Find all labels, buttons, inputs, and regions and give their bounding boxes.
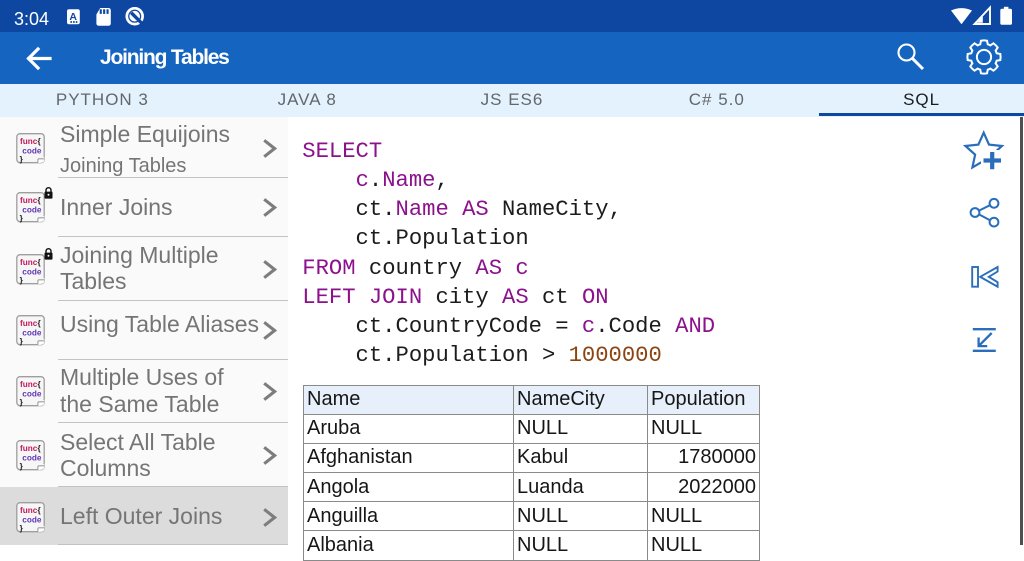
svg-text:A: A <box>69 11 77 23</box>
svg-text:func{: func{ <box>20 196 41 205</box>
svg-text:code: code <box>22 515 42 524</box>
svg-text:func{: func{ <box>20 258 41 267</box>
svg-text:code: code <box>22 146 42 155</box>
svg-text:code: code <box>22 329 42 338</box>
svg-text:code: code <box>22 390 42 399</box>
svg-text:func{: func{ <box>20 506 41 515</box>
svg-text:code: code <box>22 453 42 462</box>
svg-text:func{: func{ <box>20 319 41 328</box>
svg-text:func{: func{ <box>20 380 41 389</box>
svg-text:code: code <box>22 267 42 276</box>
svg-text:func{: func{ <box>20 137 41 146</box>
svg-text:code: code <box>22 206 42 215</box>
svg-text:func{: func{ <box>20 444 41 453</box>
